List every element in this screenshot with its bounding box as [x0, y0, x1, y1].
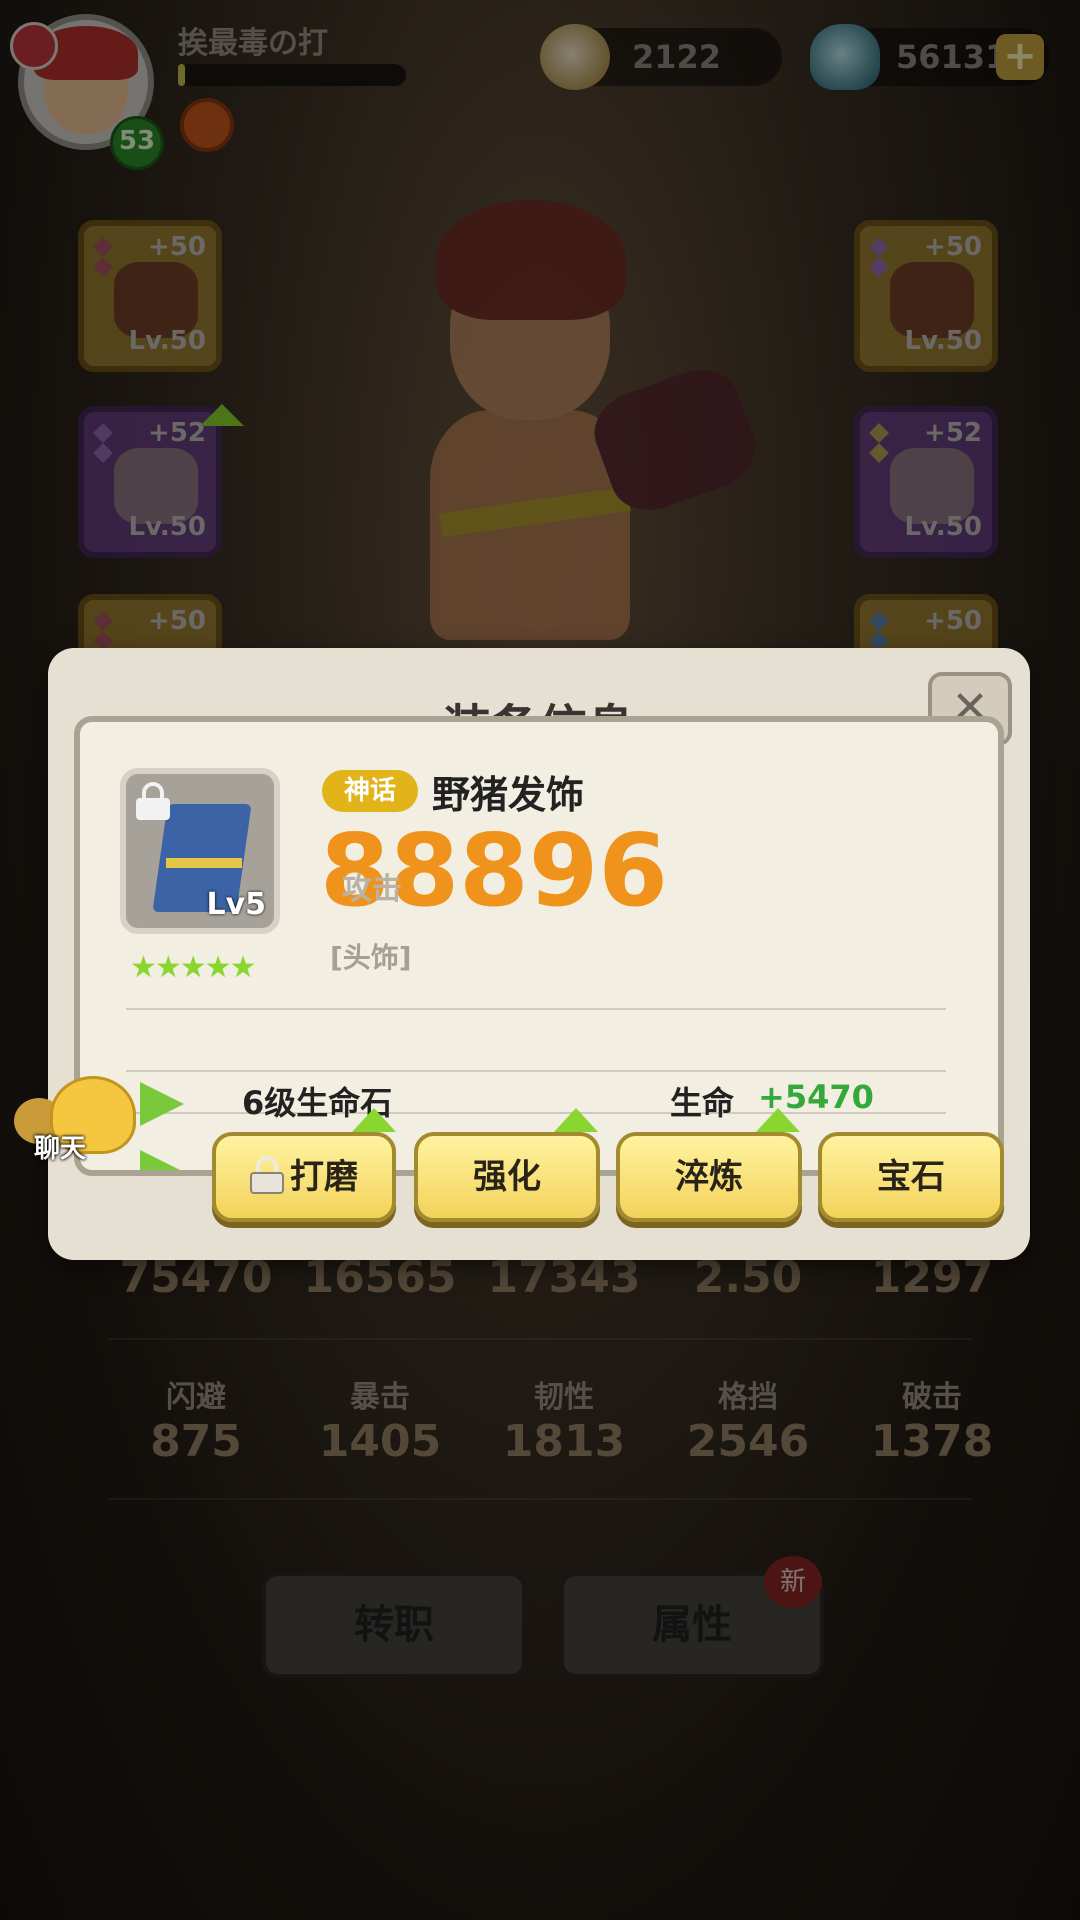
polish-label: 打磨 [290, 1157, 358, 1197]
lock-icon [250, 1156, 284, 1196]
item-level: Lv5 [206, 887, 266, 922]
headband-strap [166, 858, 242, 868]
polish-button[interactable]: 打磨 [212, 1132, 396, 1222]
gem-stat: 生命 [670, 1084, 735, 1122]
chat-label: 聊天 [34, 1134, 87, 1164]
panel-divider [126, 1070, 946, 1072]
arrow-icon [140, 1150, 184, 1170]
gem-property-row: 6级生命石 生命 +5470 [140, 1078, 940, 1126]
rarity-badge: 神话 [322, 770, 418, 812]
arrow-icon [140, 1082, 184, 1126]
upgrade-arrow-icon [756, 1108, 800, 1132]
panel-divider [126, 1008, 946, 1010]
item-info-panel: Lv5 ★★★★★ 神话 野猪发饰 88896 攻击 [头饰] 6级生命石 生命… [74, 716, 1004, 1176]
upgrade-arrow-icon [554, 1108, 598, 1132]
item-name: 野猪发饰 [432, 773, 585, 817]
refine-button[interactable]: 淬炼 [616, 1132, 802, 1222]
star-rating: ★★★★★ [130, 950, 256, 985]
enhance-button[interactable]: 强化 [414, 1132, 600, 1222]
item-icon-frame[interactable]: Lv5 [120, 768, 280, 934]
chat-button[interactable]: 聊天 [14, 1072, 136, 1172]
item-slot-type: [头饰] [330, 941, 412, 974]
lock-icon[interactable] [136, 782, 170, 820]
power-label: 攻击 [342, 872, 402, 907]
upgrade-arrow-icon [352, 1108, 396, 1132]
gem-button[interactable]: 宝石 [818, 1132, 1004, 1222]
